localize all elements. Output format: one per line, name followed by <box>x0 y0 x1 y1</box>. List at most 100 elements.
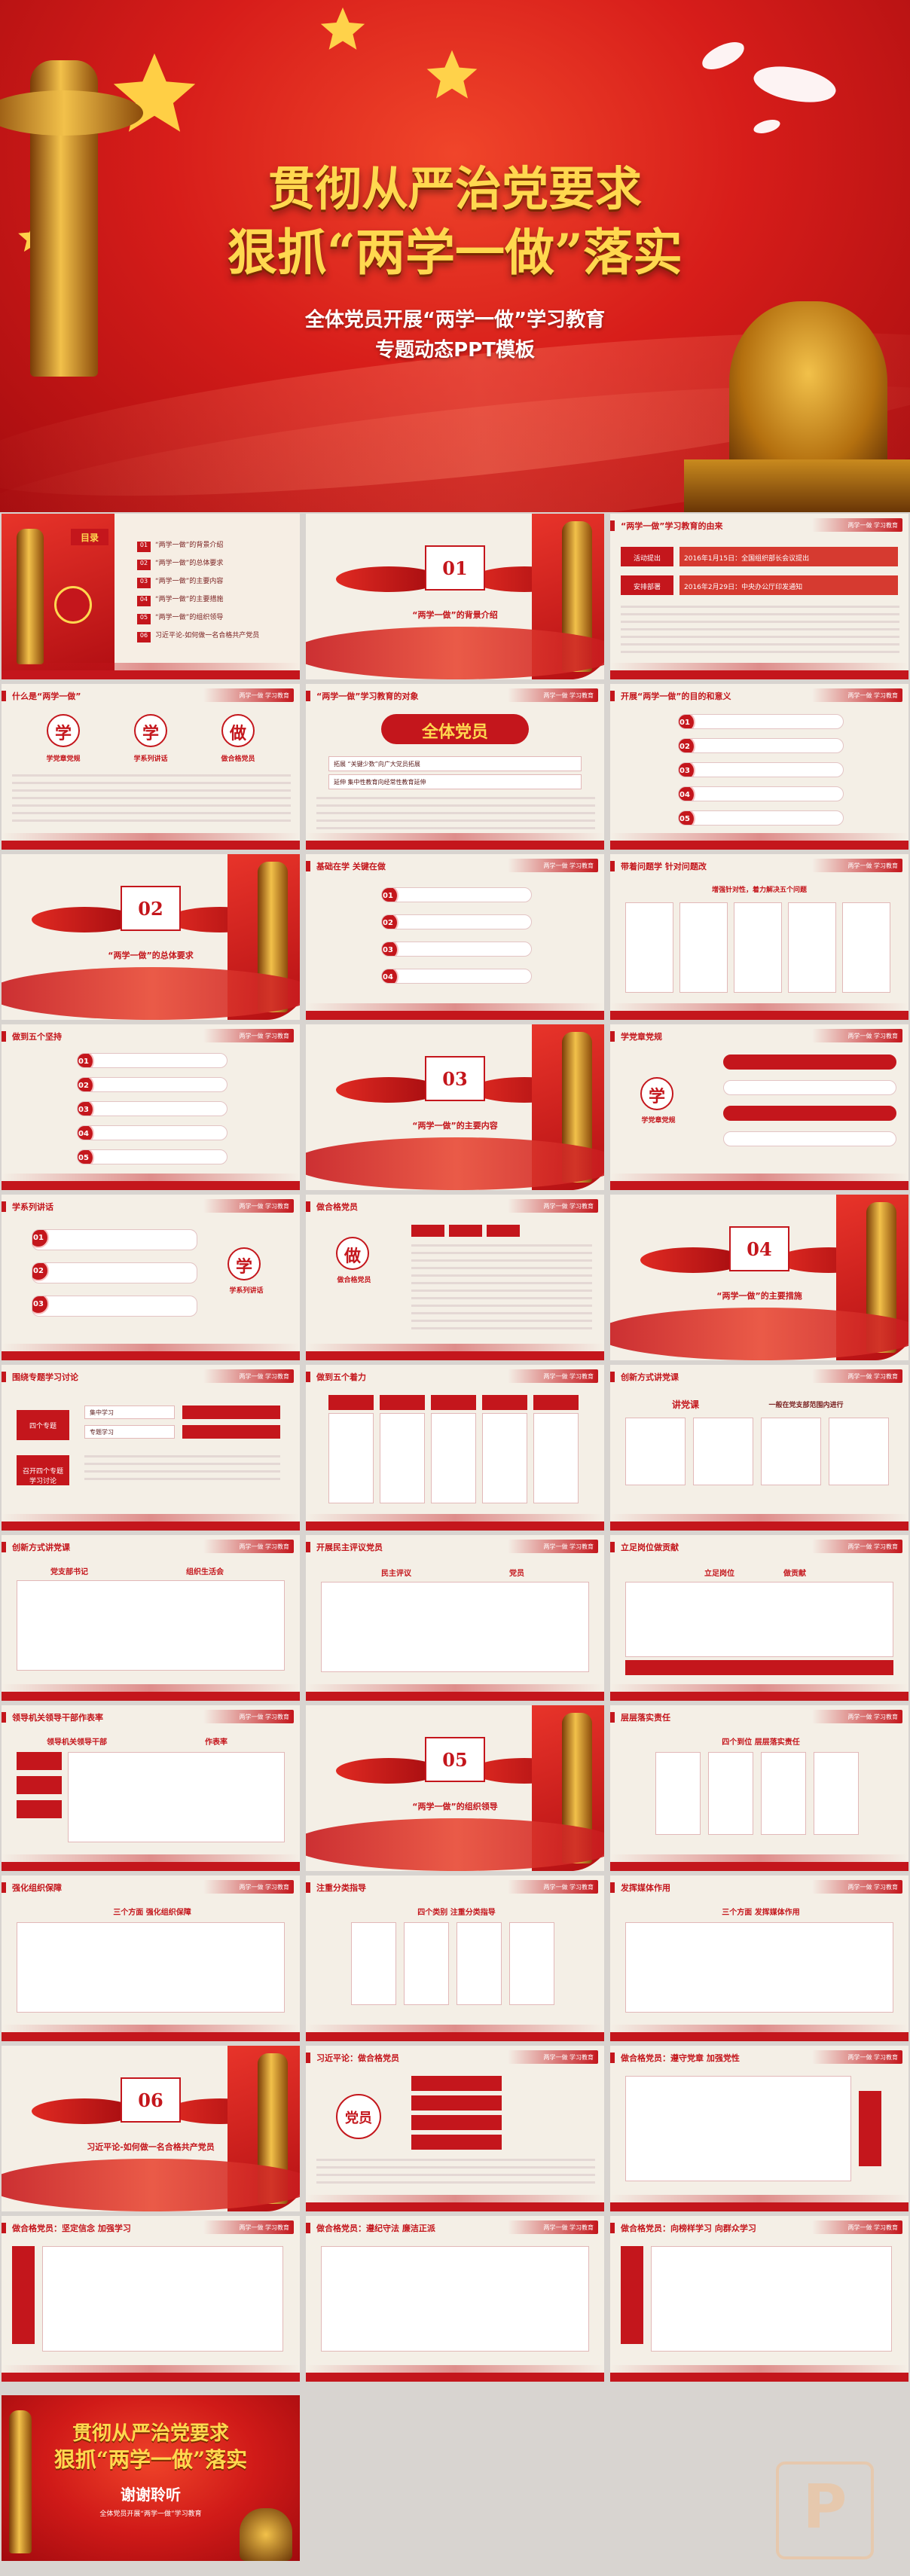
slide-five[interactable]: 做到五个坚持 两学一做 学习教育 01 02 03 04 05 <box>2 1024 300 1190</box>
basic-item[interactable]: 03 <box>381 942 532 957</box>
slide-section-02[interactable]: 02 “两学一做”的总体要求 <box>2 854 300 1020</box>
slide-section-03[interactable]: 03 “两学一做”的主要内容 <box>306 1024 604 1190</box>
slide-footer <box>2 833 300 850</box>
body-text-placeholder <box>12 774 291 827</box>
slide-banner: 两学一做 学习教育 <box>508 1369 598 1383</box>
slide-closing[interactable]: 贯彻从严治党要求 狠抓“两学一做”落实 谢谢聆听 全体党员开展“两学一做”学习教… <box>2 2395 300 2561</box>
slide-xi-2[interactable]: 做合格党员：遵守党章 加强党性 两学一做 学习教育 <box>610 2046 908 2211</box>
slide-topic[interactable]: 围绕专题学习讨论 两学一做 学习教育 四个专题 集中学习 专题学习 召开四个专题… <box>2 1365 300 1531</box>
study-char: 学 <box>228 1247 261 1280</box>
toc-item[interactable]: 06 习近平论-如何做一名合格共产党员 <box>137 630 259 642</box>
what-label: 学党章党规 <box>46 755 81 763</box>
slide-target[interactable]: “两学一做”学习教育的对象 两学一做 学习教育 全体党员 拓展 “关键少数”向广… <box>306 684 604 850</box>
slide-xi-5[interactable]: 做合格党员：向榜样学习 向群众学习 两学一做 学习教育 <box>610 2216 908 2382</box>
slide-xi-3[interactable]: 做合格党员：坚定信念 加强学习 两学一做 学习教育 <box>2 2216 300 2382</box>
slide-responsibility[interactable]: 层层落实责任 两学一做 学习教育 四个到位 层层落实责任 <box>610 1705 908 1871</box>
section-number: 04 <box>729 1226 789 1271</box>
slide-xi-4[interactable]: 做合格党员：遵纪守法 廉洁正派 两学一做 学习教育 <box>306 2216 604 2382</box>
toc-item[interactable]: 05 “两学一做”的组织领导 <box>137 612 223 624</box>
xi-item <box>411 2095 502 2111</box>
speech-item[interactable]: 03 <box>32 1296 197 1317</box>
slide-purpose[interactable]: 开展“两学一做”的目的和意义 两学一做 学习教育 01 02 03 04 05 <box>610 684 908 850</box>
slide-problem[interactable]: 带着问题学 针对问题改 两学一做 学习教育 增强针对性，着力解决五个问题 <box>610 854 908 1020</box>
section-wave <box>610 1308 908 1360</box>
topic-box <box>182 1406 280 1419</box>
toc-item[interactable]: 01 “两学一做”的背景介绍 <box>137 539 223 552</box>
slide-what[interactable]: 什么是“两学一做” 两学一做 学习教育 学 学 做 学党章党规 学系列讲话 做合… <box>2 684 300 850</box>
slide-banner: 两学一做 学习教育 <box>812 2050 902 2064</box>
topic-box <box>182 1425 280 1439</box>
slide-guide[interactable]: 强化组织保障 两学一做 学习教育 三个方面 强化组织保障 <box>2 1876 300 2041</box>
slide-class[interactable]: 注重分类指导 两学一做 学习教育 四个类别 注重分类指导 <box>306 1876 604 2041</box>
purpose-item[interactable]: 05 <box>678 810 844 826</box>
xi-item <box>411 2115 502 2130</box>
rules-item[interactable] <box>723 1055 896 1070</box>
section-title: “两学一做”的主要措施 <box>716 1291 802 1301</box>
huabiao-pillar <box>17 529 44 664</box>
slide-position[interactable]: 立足岗位做贡献 两学一做 学习教育 立足岗位 做贡献 <box>610 1535 908 1701</box>
closing-thanks: 谢谢聆听 <box>121 2486 181 2504</box>
slide-lesson[interactable]: 创新方式讲党课 两学一做 学习教育 党支部书记 组织生活会 <box>2 1535 300 1701</box>
slide-banner: 两学一做 学习教育 <box>203 1710 294 1723</box>
col-head <box>431 1395 476 1410</box>
slide-lead[interactable]: 领导机关领导干部作表率 两学一做 学习教育 领导机关领导干部 作表率 <box>2 1705 300 1871</box>
five-item[interactable]: 04 <box>77 1125 228 1140</box>
slide-speech[interactable]: 学系列讲话 两学一做 学习教育 01 02 03 学 学系列讲话 <box>2 1195 300 1360</box>
speech-item[interactable]: 02 <box>32 1262 197 1283</box>
slide-qualified[interactable]: 做合格党员 两学一做 学习教育 做 做合格党员 <box>306 1195 604 1360</box>
body-text-placeholder <box>621 606 899 658</box>
slide-section-04[interactable]: 04 “两学一做”的主要措施 <box>610 1195 908 1360</box>
body-text-placeholder <box>411 1244 592 1335</box>
lead-table <box>68 1752 285 1842</box>
section-number: 02 <box>121 886 181 931</box>
slide-democratic[interactable]: 开展民主评议党员 两学一做 学习教育 民主评议 党员 <box>306 1535 604 1701</box>
basic-item[interactable]: 04 <box>381 969 532 984</box>
slide-origin[interactable]: “两学一做”学习教育的由来 两学一做 学习教育 活动提出 2016年1月15日：… <box>610 514 908 679</box>
rules-item[interactable] <box>723 1106 896 1121</box>
purpose-item[interactable]: 02 <box>678 738 844 753</box>
slide-section-06[interactable]: 06 习近平论-如何做一名合格共产党员 <box>2 2046 300 2211</box>
toc-item[interactable]: 04 “两学一做”的主要措施 <box>137 594 223 606</box>
slide-section-01[interactable]: 01 “两学一做”的背景介绍 <box>306 514 604 679</box>
basic-item[interactable]: 01 <box>381 887 532 902</box>
slide-footer <box>2 1344 300 1360</box>
toc-item[interactable]: 03 “两学一做”的主要内容 <box>137 575 223 588</box>
rules-item[interactable] <box>723 1131 896 1146</box>
col-body <box>328 1413 374 1503</box>
slide-rules[interactable]: 学党章党规 两学一做 学习教育 学 学党章党规 <box>610 1024 908 1190</box>
five-item[interactable]: 05 <box>77 1149 228 1164</box>
five-item[interactable]: 03 <box>77 1101 228 1116</box>
party-emblem-icon <box>54 586 92 624</box>
section-wave <box>2 2159 300 2211</box>
slide-banner: 两学一做 学习教育 <box>812 1369 902 1383</box>
slide-basic[interactable]: 基础在学 关键在做 两学一做 学习教育 01 02 03 04 <box>306 854 604 1020</box>
resp-col <box>655 1752 701 1835</box>
speech-item[interactable]: 01 <box>32 1229 197 1250</box>
xi-tag <box>621 2246 643 2344</box>
col-body <box>380 1413 425 1503</box>
closing-title-2: 狠抓“两学一做”落实 <box>53 2447 248 2472</box>
five-item[interactable]: 02 <box>77 1077 228 1092</box>
purpose-item[interactable]: 01 <box>678 714 844 729</box>
media-box <box>625 1922 893 2013</box>
lead-tag <box>17 1752 62 1770</box>
toc-item[interactable]: 02 “两学一做”的总体要求 <box>137 557 223 570</box>
slide-banner: 两学一做 学习教育 <box>203 688 294 702</box>
problem-col <box>842 902 890 993</box>
closing-title-1: 贯彻从严治党要求 <box>72 2422 229 2445</box>
pos-table <box>625 1582 893 1657</box>
slide-toc[interactable]: 目录 01 “两学一做”的背景介绍 02 “两学一做”的总体要求 03 “两学一做”的… <box>2 514 300 679</box>
slide-xi-1[interactable]: 习近平论：做合格党员 两学一做 学习教育 党员 <box>306 2046 604 2211</box>
basic-item[interactable]: 02 <box>381 914 532 929</box>
slide-media[interactable]: 发挥媒体作用 两学一做 学习教育 三个方面 发挥媒体作用 <box>610 1876 908 2041</box>
purpose-item[interactable]: 04 <box>678 786 844 801</box>
slide-lecture[interactable]: 创新方式讲党课 两学一做 学习教育 讲党课 一般在党支部范围内进行 <box>610 1365 908 1531</box>
slide-section-05[interactable]: 05 “两学一做”的组织领导 <box>306 1705 604 1871</box>
purpose-item[interactable]: 03 <box>678 762 844 777</box>
lecture-box <box>829 1418 889 1485</box>
rules-item[interactable] <box>723 1080 896 1095</box>
slide-five-cols[interactable]: 做到五个着力 两学一做 学习教育 <box>306 1365 604 1531</box>
five-item[interactable]: 01 <box>77 1053 228 1068</box>
slide-banner: 两学一做 学习教育 <box>812 859 902 872</box>
section-title: “两学一做”的主要内容 <box>412 1121 498 1131</box>
